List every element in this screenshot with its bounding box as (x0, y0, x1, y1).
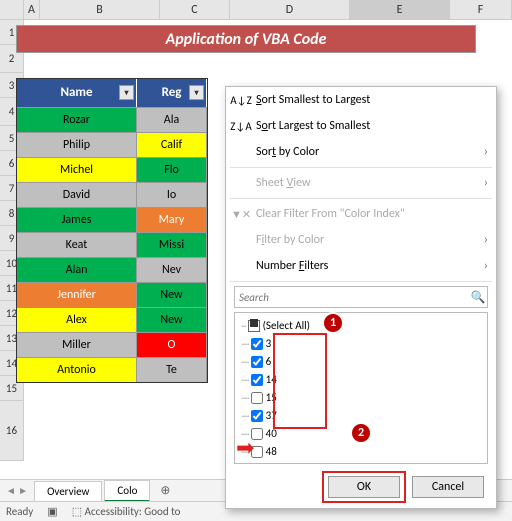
cell-reg[interactable]: Nev (137, 258, 207, 282)
tab-overview[interactable]: Overview (34, 481, 102, 501)
menu-number-filters-label: Number Filters (252, 259, 488, 273)
cell-reg[interactable]: Mary (137, 208, 207, 232)
separator (230, 198, 492, 199)
col-F[interactable]: F (450, 0, 512, 19)
cell-reg[interactable]: O (137, 333, 207, 357)
cell-name[interactable]: Philip (17, 133, 137, 157)
cell-reg[interactable]: New (137, 283, 207, 307)
filter-item-label: 37 (266, 407, 277, 425)
menu-sheet-view-label: Sheet View (252, 176, 488, 190)
filter-button-name[interactable] (119, 85, 134, 100)
sort-desc-icon: Z↓A (230, 120, 252, 133)
filter-item-label: 14 (266, 371, 277, 389)
status-macro-icon[interactable]: ▣ (47, 505, 57, 518)
menu-sort-by-color-label: Sort by Color (252, 145, 488, 159)
ok-button[interactable]: OK (328, 476, 400, 498)
checkbox[interactable] (251, 410, 263, 422)
cell-reg[interactable]: Io (137, 183, 207, 207)
menu-clear-filter: ▼✕ Clear Filter From "Color Index" (226, 201, 496, 227)
status-accessibility[interactable]: Accessibility: Good to (72, 505, 181, 518)
filter-item[interactable]: ·····6 (241, 353, 481, 371)
sort-asc-icon: A↓Z (230, 94, 252, 107)
menu-filter-by-color-label: Filter by Color (252, 233, 488, 247)
filter-item-label: 40 (266, 425, 277, 443)
add-sheet-button[interactable]: ⊕ (152, 483, 178, 498)
checkbox[interactable] (251, 356, 263, 368)
cell-name[interactable]: Alan (17, 258, 137, 282)
menu-sort-by-color[interactable]: Sort by Color (226, 139, 496, 165)
checkbox[interactable] (251, 374, 263, 386)
clear-filter-icon: ▼✕ (230, 208, 252, 221)
cell-reg[interactable]: New (137, 308, 207, 332)
col-E[interactable]: E (350, 0, 450, 19)
status-ready: Ready (6, 505, 33, 518)
checkbox[interactable] (251, 338, 263, 350)
menu-sort-asc[interactable]: A↓Z Sort Smallest to Largest (226, 87, 496, 113)
menu-clear-filter-label: Clear Filter From "Color Index" (252, 207, 488, 221)
header-name-label: Name (60, 85, 92, 100)
menu-sort-asc-label: Sort Smallest to Largest (252, 93, 488, 107)
header-reg-label: Reg (162, 85, 182, 100)
menu-sort-desc-label: Sort Largest to Smallest (252, 119, 488, 133)
separator (230, 281, 492, 282)
cancel-button[interactable]: Cancel (412, 476, 484, 498)
filter-item[interactable]: ·····14 (241, 371, 481, 389)
search-icon: 🔍 (469, 290, 487, 305)
filter-item[interactable]: ·····15 (241, 389, 481, 407)
callout-1: 1 (322, 312, 344, 334)
select-all-corner[interactable] (0, 0, 24, 19)
cell-name[interactable]: Rozar (17, 108, 137, 132)
cell-reg[interactable]: Missi (137, 233, 207, 257)
filter-item-label: 15 (266, 389, 277, 407)
cell-reg[interactable]: Flo (137, 158, 207, 182)
autofilter-menu: A↓Z Sort Smallest to Largest Z↓A Sort La… (225, 86, 497, 509)
row-16[interactable]: 16 (0, 401, 24, 461)
header-name[interactable]: Name (17, 79, 137, 107)
cell-reg[interactable]: Te (137, 358, 207, 382)
search-box[interactable]: 🔍 (234, 286, 488, 308)
filter-item-label: 6 (266, 353, 272, 371)
col-B[interactable]: B (40, 0, 160, 19)
annotation-arrow: ➡ (236, 434, 254, 461)
cell-name[interactable]: Antonio (17, 358, 137, 382)
item-select-all-label: (Select All) (263, 317, 310, 335)
filter-item-label: 3 (266, 335, 272, 353)
menu-sort-desc[interactable]: Z↓A Sort Largest to Smallest (226, 113, 496, 139)
col-D[interactable]: D (230, 0, 350, 19)
data-table: Name Reg RozarAla PhilipCalif MichelFlo … (16, 78, 208, 383)
col-A[interactable]: A (24, 0, 40, 19)
callout-2: 2 (350, 422, 372, 444)
tab-nav[interactable]: ◄ ► (0, 484, 34, 497)
filter-item-label: 48 (266, 443, 277, 461)
item-select-all[interactable]: ···(Select All) (241, 317, 481, 335)
separator (230, 167, 492, 168)
cell-name[interactable]: Jennifer (17, 283, 137, 307)
menu-sheet-view: Sheet View (226, 170, 496, 196)
filter-item[interactable]: ·····48 (241, 443, 481, 461)
cell-name[interactable]: David (17, 183, 137, 207)
cell-reg[interactable]: Ala (137, 108, 207, 132)
cell-name[interactable]: Keat (17, 233, 137, 257)
cell-name[interactable]: James (17, 208, 137, 232)
cell-name[interactable]: Alex (17, 308, 137, 332)
title-cell: Application of VBA Code (16, 25, 476, 53)
menu-number-filters[interactable]: Number Filters (226, 253, 496, 279)
filter-button-reg[interactable] (189, 85, 204, 100)
checkbox[interactable] (251, 392, 263, 404)
cell-reg[interactable]: Calif (137, 133, 207, 157)
filter-item[interactable]: ·····3 (241, 335, 481, 353)
search-input[interactable] (235, 291, 469, 304)
col-C[interactable]: C (160, 0, 230, 19)
header-reg[interactable]: Reg (137, 79, 207, 107)
cell-name[interactable]: Miller (17, 333, 137, 357)
cell-name[interactable]: Michel (17, 158, 137, 182)
column-headers: A B C D E F (0, 0, 512, 20)
menu-filter-by-color: Filter by Color (226, 227, 496, 253)
tab-color[interactable]: Colo (104, 480, 150, 502)
